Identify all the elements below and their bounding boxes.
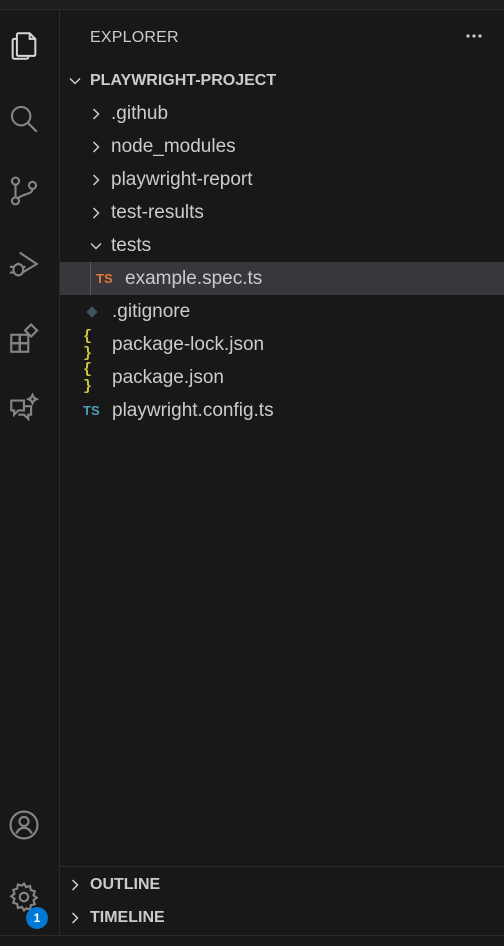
chevron-right-icon [87, 171, 105, 189]
settings-badge: 1 [26, 907, 48, 929]
chevron-right-icon [66, 909, 84, 927]
title-bar-edge [0, 0, 504, 10]
git-icon [85, 305, 103, 319]
project-name: PLAYWRIGHT-PROJECT [90, 71, 277, 89]
chat-icon[interactable] [0, 385, 48, 433]
tree-item-folder[interactable]: .github [60, 97, 504, 130]
tree-item-file[interactable]: { } package.json [60, 360, 504, 395]
tree-item-folder[interactable]: test-results [60, 196, 504, 229]
search-icon[interactable] [0, 95, 48, 143]
explorer-sidebar: EXPLORER PLAYWRIGHT-PROJECT .github node… [60, 10, 504, 935]
activity-bar: 1 [0, 10, 60, 935]
tree-item-file[interactable]: { } package-lock.json [60, 327, 504, 362]
account-icon[interactable] [0, 801, 48, 849]
tree-item-label: tests [111, 234, 152, 256]
tree-item-folder[interactable]: playwright-report [60, 163, 504, 196]
typescript-icon: TS [96, 271, 113, 286]
json-icon: { } [83, 327, 93, 362]
outline-label: OUTLINE [90, 875, 161, 893]
tree-item-label: package.json [112, 366, 224, 388]
extensions-icon[interactable] [0, 315, 48, 363]
tree-item-label: package-lock.json [112, 333, 265, 355]
tree-item-folder[interactable]: node_modules [60, 130, 504, 163]
tree-item-label: playwright-report [111, 168, 253, 190]
source-control-icon[interactable] [0, 167, 48, 215]
tree-item-label: playwright.config.ts [112, 399, 274, 421]
tree-item-label: .gitignore [112, 300, 191, 322]
chevron-down-icon [66, 72, 84, 90]
project-root-header[interactable]: PLAYWRIGHT-PROJECT [60, 64, 504, 97]
tree-item-file[interactable]: TS playwright.config.ts [60, 394, 504, 427]
tree-item-label: test-results [111, 201, 204, 223]
tree-item-file-selected[interactable]: TS example.spec.ts [60, 262, 504, 295]
indent-guide [90, 262, 91, 295]
explorer-icon[interactable] [0, 22, 48, 70]
explorer-title: EXPLORER [90, 29, 179, 46]
typescript-icon: TS [83, 403, 100, 418]
outline-panel-header[interactable]: OUTLINE [60, 868, 504, 901]
json-icon: { } [83, 360, 93, 395]
tree-item-file[interactable]: .gitignore [60, 295, 504, 328]
tree-item-folder-open[interactable]: tests [60, 229, 504, 262]
panel-separator [60, 866, 504, 867]
chevron-right-icon [87, 105, 105, 123]
tree-item-label: example.spec.ts [125, 267, 263, 289]
tree-item-label: node_modules [111, 135, 236, 157]
timeline-label: TIMELINE [90, 908, 165, 926]
tree-item-label: .github [111, 102, 169, 124]
more-actions-icon[interactable] [462, 26, 486, 46]
timeline-panel-header[interactable]: TIMELINE [60, 901, 504, 934]
chevron-down-icon [87, 237, 105, 255]
chevron-right-icon [66, 876, 84, 894]
run-debug-icon[interactable] [0, 240, 48, 288]
status-bar [0, 935, 504, 946]
chevron-right-icon [87, 204, 105, 222]
chevron-right-icon [87, 138, 105, 156]
